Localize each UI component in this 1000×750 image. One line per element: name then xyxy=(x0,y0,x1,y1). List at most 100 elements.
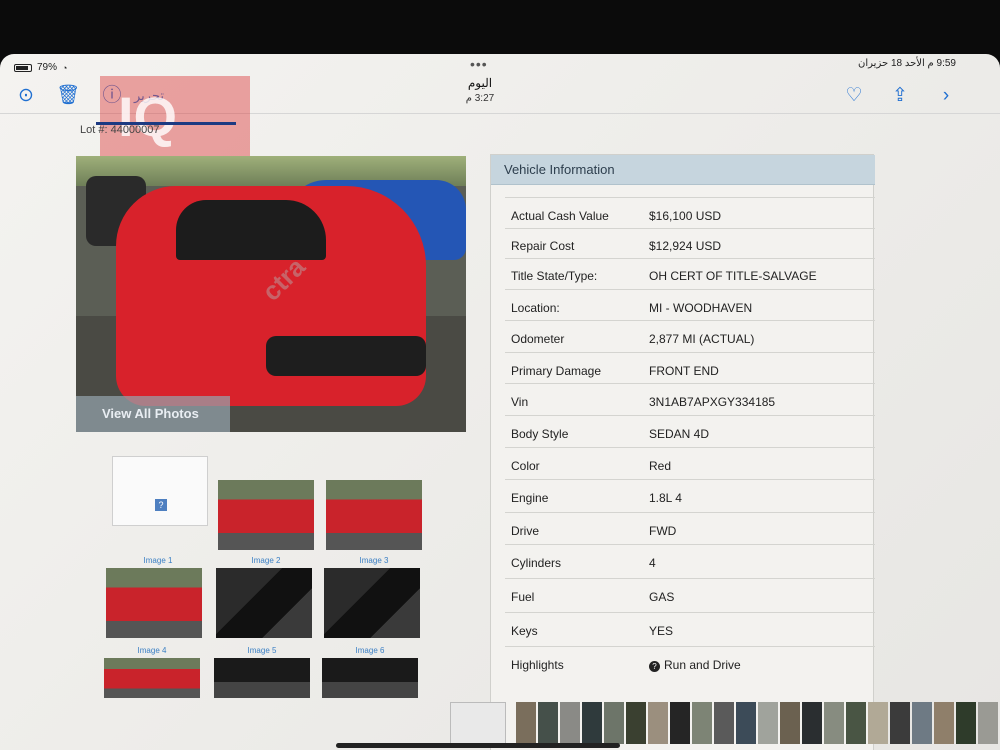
thumbnail-label[interactable]: Image 3 xyxy=(326,556,422,565)
highlights-text: Run and Drive xyxy=(664,658,741,672)
info-key: Odometer xyxy=(511,332,565,346)
thumbnail-image-1[interactable]: ? xyxy=(112,456,208,526)
thumbnail-image-9[interactable] xyxy=(322,658,418,698)
info-value: Red xyxy=(649,459,672,473)
info-value: $12,924 USD xyxy=(649,239,722,253)
info-value-highlights: ? Run and Drive xyxy=(649,658,741,672)
info-value: 4 xyxy=(649,556,656,570)
info-value: GAS xyxy=(649,590,675,604)
info-row-primary-damage: Primary Damage FRONT END xyxy=(505,352,875,383)
vehicle-information-title: Vehicle Information xyxy=(491,155,875,185)
info-key: Primary Damage xyxy=(511,364,602,378)
thumbnail-image-3[interactable] xyxy=(326,480,422,550)
ipad-screen: 79% ◔ ••• 9:59 م الأحد 18 حزيران ⊙ 🗑 ⓘ ت… xyxy=(0,54,1000,750)
heart-icon[interactable]: ♡ xyxy=(842,84,866,108)
info-key: Color xyxy=(511,459,540,473)
filmstrip-thumb[interactable] xyxy=(824,702,844,744)
filmstrip-thumb[interactable] xyxy=(670,702,690,744)
thumbnail-image-2[interactable] xyxy=(218,480,314,550)
info-row-vin: Vin 3N1AB7APXGY334185 xyxy=(505,383,875,415)
thumbnail-label[interactable]: Image 6 xyxy=(322,646,418,655)
filmstrip-thumb[interactable] xyxy=(648,702,668,744)
thumbnail-image-6[interactable] xyxy=(324,568,420,638)
filmstrip-thumb[interactable] xyxy=(846,702,866,744)
thumbnail-label[interactable]: Image 5 xyxy=(214,646,310,655)
filmstrip-thumb[interactable] xyxy=(516,702,536,744)
info-value: $16,100 USD xyxy=(649,209,722,223)
question-circle-icon[interactable]: ? xyxy=(649,661,660,672)
info-key: Title State/Type: xyxy=(511,269,598,283)
info-row-title-state: Title State/Type: OH CERT OF TITLE-SALVA… xyxy=(505,258,875,289)
trash-icon[interactable]: 🗑 xyxy=(56,84,80,108)
info-key: Engine xyxy=(511,491,549,505)
filmstrip-thumb[interactable] xyxy=(714,702,734,744)
info-key: Repair Cost xyxy=(511,239,575,253)
home-indicator[interactable] xyxy=(336,743,620,748)
info-key: Vin xyxy=(511,395,529,409)
info-row-highlights: Highlights ? Run and Drive xyxy=(505,646,875,688)
photo-damaged-front xyxy=(266,336,426,376)
photo-windshield xyxy=(176,200,326,260)
filmstrip-thumb[interactable] xyxy=(978,702,998,744)
thumbnail-image-5[interactable] xyxy=(216,568,312,638)
photo-filmstrip[interactable] xyxy=(450,702,1000,744)
info-value: YES xyxy=(649,624,674,638)
view-all-photos-button[interactable]: View All Photos xyxy=(76,396,230,432)
info-key: Body Style xyxy=(511,427,569,441)
thumbnail-image-4[interactable] xyxy=(106,568,202,638)
more-circle-icon[interactable]: ⊙ xyxy=(14,84,38,108)
thumbnail-label[interactable]: Image 2 xyxy=(218,556,314,565)
toolbar-title: اليوم 3:27 م xyxy=(430,76,530,104)
filmstrip-thumb[interactable] xyxy=(934,702,954,744)
filmstrip-thumb[interactable] xyxy=(582,702,602,744)
vehicle-information-panel: Vehicle Information Actual Cash Value $1… xyxy=(490,154,875,750)
filmstrip-thumb[interactable] xyxy=(758,702,778,744)
info-row-odometer: Odometer 2,877 MI (ACTUAL) xyxy=(505,320,875,352)
info-key: Actual Cash Value xyxy=(511,209,609,223)
photo-date-title: اليوم xyxy=(467,76,493,90)
battery-icon xyxy=(14,63,32,72)
info-value: MI - WOODHAVEN xyxy=(649,301,753,315)
info-row-cylinders: Cylinders 4 xyxy=(505,544,875,578)
share-icon[interactable]: ⇪ xyxy=(888,84,912,108)
status-datetime: 9:59 م الأحد 18 حزيران xyxy=(858,58,956,69)
info-row-keys: Keys YES xyxy=(505,612,875,646)
info-row-actual-cash-value: Actual Cash Value $16,100 USD xyxy=(505,197,875,228)
photo-time: 3:27 م xyxy=(465,93,495,104)
info-value: FRONT END xyxy=(649,364,719,378)
thumbnail-label[interactable]: Image 4 xyxy=(104,646,200,655)
filmstrip-thumb[interactable] xyxy=(956,702,976,744)
filmstrip-thumb[interactable] xyxy=(736,702,756,744)
thumbnail-image-8[interactable] xyxy=(214,658,310,698)
info-key: Drive xyxy=(511,524,540,538)
info-row-repair-cost: Repair Cost $12,924 USD xyxy=(505,228,875,258)
info-row-engine: Engine 1.8L 4 xyxy=(505,479,875,512)
chevron-right-icon[interactable]: › xyxy=(934,84,958,108)
info-key: Keys xyxy=(511,624,538,638)
info-row-fuel: Fuel GAS xyxy=(505,578,875,612)
info-key: Highlights xyxy=(511,658,564,672)
multitask-dots[interactable]: ••• xyxy=(470,56,488,72)
filmstrip-thumb[interactable] xyxy=(780,702,800,744)
thumbnail-label[interactable]: Image 1 xyxy=(110,556,206,565)
info-value: 3N1AB7APXGY334185 xyxy=(649,395,776,409)
filmstrip-thumb[interactable] xyxy=(890,702,910,744)
filmstrip-thumb[interactable] xyxy=(560,702,580,744)
filmstrip-current-thumb[interactable] xyxy=(450,702,506,744)
battery-level: 79% xyxy=(37,62,58,73)
status-bar: 79% ◔ ••• 9:59 م الأحد 18 حزيران xyxy=(0,54,1000,74)
filmstrip-thumb[interactable] xyxy=(626,702,646,744)
info-row-body-style: Body Style SEDAN 4D xyxy=(505,415,875,447)
wifi-icon: ◔ xyxy=(62,62,68,73)
filmstrip-thumb[interactable] xyxy=(692,702,712,744)
thumbnail-image-7[interactable] xyxy=(104,658,200,698)
info-value: FWD xyxy=(649,524,677,538)
info-row-drive: Drive FWD xyxy=(505,512,875,544)
info-value: 2,877 MI (ACTUAL) xyxy=(649,332,755,346)
info-value: 1.8L 4 xyxy=(649,491,682,505)
filmstrip-thumb[interactable] xyxy=(802,702,822,744)
filmstrip-thumb[interactable] xyxy=(538,702,558,744)
filmstrip-thumb[interactable] xyxy=(912,702,932,744)
filmstrip-thumb[interactable] xyxy=(604,702,624,744)
filmstrip-thumb[interactable] xyxy=(868,702,888,744)
